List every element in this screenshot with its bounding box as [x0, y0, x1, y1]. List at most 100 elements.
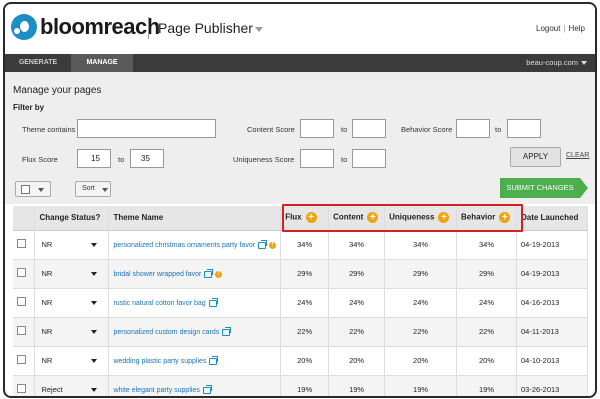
status-select[interactable]: NR: [39, 324, 99, 340]
table-row: NR personalized christmas ornaments party…: [13, 230, 589, 260]
content-score-to-input[interactable]: [352, 119, 386, 138]
uniqueness-cell: 34%: [384, 230, 458, 260]
row-checkbox[interactable]: [17, 355, 26, 364]
content-header[interactable]: Content +: [328, 206, 386, 231]
flux-score-from-input[interactable]: 15: [77, 149, 111, 168]
status-select[interactable]: NR: [39, 353, 99, 369]
page-title: Manage your pages: [13, 85, 102, 96]
status-select[interactable]: Reject: [39, 382, 99, 397]
content-score-from-input[interactable]: [300, 119, 334, 138]
theme-link[interactable]: bridal shower wrapped favor: [113, 271, 201, 278]
chevron-down-icon: [91, 329, 98, 334]
external-link-icon[interactable]: [208, 297, 218, 307]
plus-icon[interactable]: +: [367, 212, 379, 224]
app-switch-chevron-down-icon[interactable]: [255, 27, 263, 32]
theme-cell: personalized custom design cards: [108, 317, 282, 347]
chevron-down-icon: [91, 242, 98, 247]
change-status-header: Change Status?: [34, 206, 110, 231]
row-checkbox-cell: [13, 346, 36, 376]
behavior-score-from-input[interactable]: [456, 119, 490, 138]
status-cell: NR: [34, 230, 110, 260]
theme-contains-input[interactable]: [77, 119, 216, 138]
table-row: Reject white elegant party supplies 19% 19%…: [13, 375, 589, 397]
uniqueness-cell: 20%: [384, 346, 458, 376]
site-selector[interactable]: beau-coup.com: [526, 54, 587, 72]
submit-changes-button[interactable]: SUBMIT CHANGES: [500, 178, 588, 198]
warning-icon[interactable]: !: [215, 270, 223, 278]
behavior-score-to-input[interactable]: [507, 119, 541, 138]
flux-cell: 20%: [280, 346, 330, 376]
uniqueness-score-from-input[interactable]: [300, 149, 334, 168]
row-checkbox[interactable]: [17, 239, 26, 248]
content-score-label: Content Score: [247, 125, 295, 134]
chevron-down-icon: [91, 271, 98, 276]
to-label: to: [495, 125, 502, 134]
plus-icon[interactable]: +: [305, 212, 317, 224]
date-cell: 04-10-2013: [516, 346, 589, 376]
chevron-down-icon: [581, 61, 587, 66]
theme-link[interactable]: personalized custom design cards: [113, 329, 219, 336]
behavior-cell: 24%: [456, 288, 517, 318]
status-select[interactable]: NR: [39, 295, 99, 311]
row-checkbox[interactable]: [17, 268, 26, 277]
uniqueness-score-label: Uniqueness Score: [233, 155, 295, 164]
content-cell: 29%: [328, 259, 386, 289]
row-checkbox-cell: [13, 259, 36, 289]
behavior-cell: 20%: [456, 346, 517, 376]
uniqueness-score-to-input[interactable]: [352, 149, 386, 168]
flux-cell: 22%: [280, 317, 330, 347]
date-cell: 03-26-2013: [516, 375, 589, 396]
flux-header[interactable]: Flux +: [280, 206, 330, 231]
clear-link[interactable]: CLEAR: [566, 152, 589, 159]
theme-link[interactable]: wedding plastic party supplies: [113, 358, 206, 365]
flux-score-to-input[interactable]: 35: [130, 149, 164, 168]
theme-link[interactable]: rustic natural cotton favor bag: [113, 300, 205, 307]
chevron-down-icon: [38, 188, 44, 192]
theme-link[interactable]: personalized christmas ornaments party f…: [113, 242, 255, 249]
status-value: NR: [41, 297, 53, 307]
table-row: NR wedding plastic party supplies 20% 20% 20…: [13, 346, 589, 376]
uniqueness-header[interactable]: Uniqueness +: [384, 206, 458, 231]
uniqueness-cell: 19%: [384, 375, 458, 396]
row-checkbox[interactable]: [17, 326, 26, 335]
external-link-icon[interactable]: [209, 355, 219, 365]
tab-manage[interactable]: MANAGE: [71, 54, 133, 72]
row-checkbox-cell: [13, 288, 36, 318]
behavior-cell: 22%: [456, 317, 517, 347]
logout-link[interactable]: Logout: [536, 24, 560, 33]
external-link-icon[interactable]: [222, 326, 232, 336]
theme-name-header[interactable]: Theme Name: [108, 206, 282, 231]
status-select[interactable]: NR: [39, 237, 99, 253]
flux-score-label: Flux Score: [22, 155, 58, 164]
sort-dropdown[interactable]: Sort: [75, 181, 111, 197]
app-title[interactable]: Page Publisher: [158, 20, 253, 36]
external-link-icon[interactable]: [258, 239, 268, 249]
status-select[interactable]: NR: [39, 266, 99, 282]
apply-button[interactable]: APPLY: [510, 147, 561, 167]
content-cell: 19%: [328, 375, 386, 396]
table-row: NR rustic natural cotton favor bag 24% 24% 2…: [13, 288, 589, 318]
filter-heading: Filter by: [13, 103, 45, 112]
external-link-icon[interactable]: [202, 384, 212, 394]
status-cell: Reject: [34, 375, 110, 397]
content-cell: 20%: [328, 346, 386, 376]
select-all-dropdown[interactable]: [15, 181, 51, 197]
date-launched-header[interactable]: Date Launched: [516, 206, 589, 231]
row-checkbox-cell: [13, 317, 36, 347]
header-divider: [148, 17, 149, 39]
tab-generate[interactable]: GENERATE: [5, 54, 71, 72]
behavior-score-label: Behavior Score: [401, 125, 453, 134]
status-value: NR: [41, 239, 53, 249]
row-checkbox[interactable]: [17, 297, 26, 306]
behavior-header[interactable]: Behavior +: [456, 206, 517, 231]
plus-icon[interactable]: +: [499, 212, 511, 224]
plus-icon[interactable]: +: [438, 212, 450, 224]
theme-link[interactable]: white elegant party supplies: [113, 387, 199, 394]
help-link[interactable]: Help: [569, 24, 585, 33]
flux-cell: 34%: [280, 230, 330, 260]
content-cell: 34%: [328, 230, 386, 260]
row-checkbox[interactable]: [17, 384, 26, 393]
site-name: beau-coup.com: [526, 58, 578, 67]
external-link-icon[interactable]: [204, 268, 214, 278]
warning-icon[interactable]: !: [269, 241, 277, 249]
